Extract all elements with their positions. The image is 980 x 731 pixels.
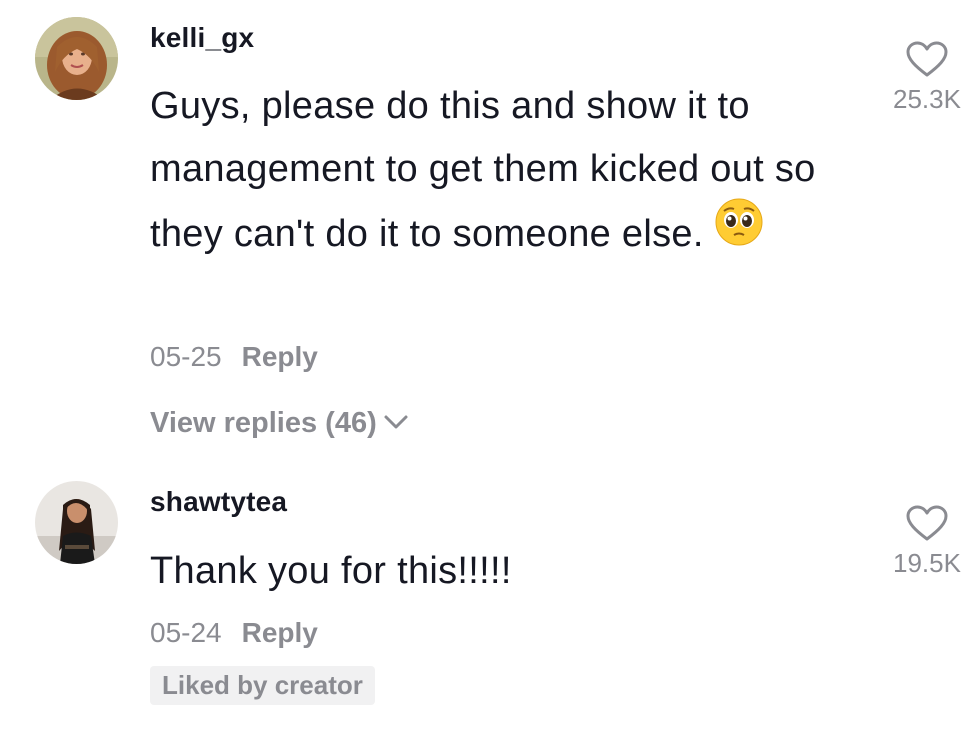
username[interactable]: kelli_gx — [150, 22, 254, 54]
heart-icon[interactable] — [905, 40, 949, 78]
view-replies-button[interactable]: View replies (46) — [150, 407, 409, 441]
comment-text: Guys, please do this and show it to mana… — [150, 75, 850, 271]
liked-by-creator-badge: Liked by creator — [150, 666, 375, 705]
like-control: 25.3K — [872, 40, 980, 115]
like-count: 19.5K — [893, 548, 961, 578]
comment-meta: 05-24 Reply — [150, 617, 318, 649]
reply-button[interactable]: Reply — [242, 617, 318, 648]
comment-date: 05-25 — [150, 341, 222, 372]
view-replies-label: View replies (46) — [150, 407, 377, 439]
pleading-face-icon — [714, 197, 764, 267]
avatar[interactable] — [35, 481, 118, 564]
username[interactable]: shawtytea — [150, 486, 287, 518]
comment-meta: 05-25 Reply — [150, 341, 318, 373]
comment-date: 05-24 — [150, 617, 222, 648]
heart-icon[interactable] — [905, 504, 949, 542]
chevron-down-icon — [383, 406, 409, 439]
like-control: 19.5K — [872, 504, 980, 579]
reply-button[interactable]: Reply — [242, 341, 318, 372]
like-count: 25.3K — [893, 84, 961, 114]
comments-panel: kelli_gx Guys, please do this and show i… — [0, 0, 980, 731]
avatar-photo-icon — [35, 17, 118, 100]
comment-text: Thank you for this!!!!! — [150, 540, 850, 603]
avatar-photo-icon — [35, 481, 118, 564]
avatar[interactable] — [35, 17, 118, 100]
comment-item: shawtytea Thank you for this!!!!! 05-24 R… — [0, 470, 980, 731]
comment-item: kelli_gx Guys, please do this and show i… — [0, 0, 980, 470]
comment-text-content: Thank you for this!!!!! — [150, 550, 512, 592]
